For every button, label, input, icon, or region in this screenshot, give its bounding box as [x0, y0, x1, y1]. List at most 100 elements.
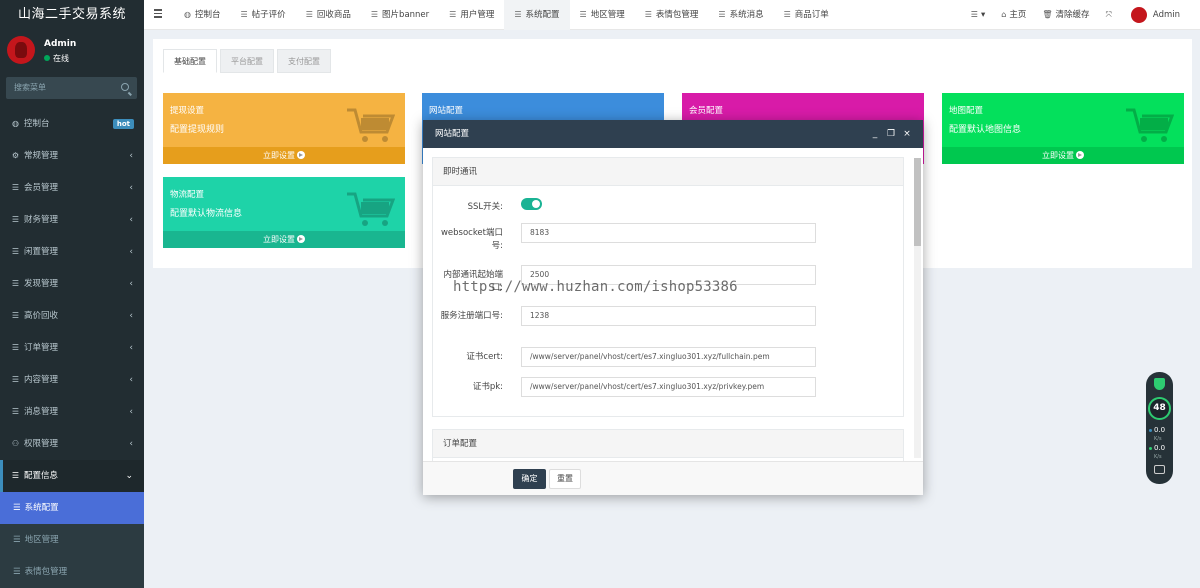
tab-post-reviews[interactable]: ☰ 帖子评价: [231, 0, 296, 30]
search-icon[interactable]: [121, 83, 129, 91]
register-port-input[interactable]: 1238: [521, 306, 816, 326]
camera-icon[interactable]: [1154, 465, 1165, 474]
tab-recycle-goods[interactable]: ☰ 回收商品: [296, 0, 361, 30]
chevron-left-icon: ‹: [129, 407, 133, 417]
list-icon: ☰: [11, 343, 20, 352]
chevron-left-icon: ‹: [129, 311, 133, 321]
tab-users[interactable]: ☰ 用户管理: [439, 0, 504, 30]
app-title: 山海二手交易系统: [0, 0, 144, 30]
clear-cache-button[interactable]: 🗑 清除缓存: [1034, 0, 1097, 30]
tab-goods-orders[interactable]: ☰ 商品订单: [774, 0, 839, 30]
sidebar-item-messages[interactable]: ☰ 消息管理 ‹: [0, 396, 144, 428]
list-icon: ☰: [11, 375, 20, 384]
chevron-left-icon: ‹: [129, 247, 133, 257]
sidebar-item-orders[interactable]: ☰ 订单管理 ‹: [0, 332, 144, 364]
sidebar-item-discover[interactable]: ☰ 发现管理 ‹: [0, 268, 144, 300]
modal-header: 网站配置 _ ❐ ×: [423, 120, 923, 148]
sidebar-item-permissions[interactable]: ⚇ 权限管理 ‹: [0, 428, 144, 460]
set-now-button[interactable]: 立即设置: [163, 147, 405, 164]
sidebar-item-recycle[interactable]: ☰ 高价回收 ‹: [0, 300, 144, 332]
list-icon: ☰: [240, 10, 248, 19]
config-tabs: 基础配置 平台配置 支付配置: [163, 49, 334, 73]
user-status: 在线: [44, 53, 69, 64]
pk-input[interactable]: /www/server/panel/vhost/cert/es7.xingluo…: [521, 377, 816, 397]
sidebar-item-general[interactable]: ⚙ 常规管理 ‹: [0, 140, 144, 172]
gears-icon: ⚙: [11, 151, 20, 160]
list-icon: ☰: [13, 567, 21, 577]
modal-footer: 确定 重置: [423, 461, 923, 495]
tab-payment-config[interactable]: 支付配置: [277, 49, 331, 73]
card-withdraw: 提现设置 配置提现规则 立即设置: [163, 93, 405, 164]
scrollbar-thumb[interactable]: [914, 158, 921, 246]
trash-icon: 🗑: [1042, 10, 1053, 19]
tab-region[interactable]: ☰ 地区管理: [570, 0, 635, 30]
reset-button[interactable]: 重置: [549, 469, 581, 489]
chevron-left-icon: ‹: [129, 343, 133, 353]
list-icon: ☰: [11, 311, 20, 320]
shield-icon: [1154, 378, 1165, 390]
modal-scrollbar[interactable]: [914, 158, 921, 458]
sidebar-menu: ◍ 控制台 hot ⚙ 常规管理 ‹ ☰ 会员管理 ‹ ☰ 财务管理 ‹ ☰ 闲置管理 ‹ ☰ 发现管…: [0, 108, 144, 588]
list-icon: ☰: [11, 279, 20, 288]
avatar[interactable]: [7, 36, 35, 64]
set-now-button[interactable]: 立即设置: [942, 147, 1184, 164]
tab-platform-config[interactable]: 平台配置: [220, 49, 274, 73]
list-icon: ☰: [783, 10, 791, 19]
cart-icon: [347, 108, 395, 142]
section-title: 订单配置: [433, 430, 903, 458]
sidebar: 山海二手交易系统 Admin 在线 搜索菜单 ◍ 控制台 hot ⚙ 常规管理 ‹ ☰ 会…: [0, 0, 144, 588]
sidebar-subitem-system-config[interactable]: ☰ 系统配置: [0, 492, 144, 524]
sidebar-item-finance[interactable]: ☰ 财务管理 ‹: [0, 204, 144, 236]
sidebar-item-config[interactable]: ☰ 配置信息 ⌄: [0, 460, 144, 492]
arrow-right-icon: [297, 235, 305, 243]
upload-dot-icon: [1149, 429, 1152, 432]
arrow-right-icon: [1076, 151, 1084, 159]
sidebar-item-dashboard[interactable]: ◍ 控制台 hot: [0, 108, 144, 140]
ssl-toggle[interactable]: [521, 198, 542, 210]
card-map: 地图配置 配置默认地图信息 立即设置: [942, 93, 1184, 164]
dashboard-icon: ◍: [184, 10, 191, 19]
users-icon: ⚇: [11, 439, 20, 448]
sidebar-item-content[interactable]: ☰ 内容管理 ‹: [0, 364, 144, 396]
chevron-left-icon: ‹: [129, 183, 133, 193]
menu-toggle-icon[interactable]: [154, 9, 162, 19]
confirm-button[interactable]: 确定: [513, 469, 546, 489]
user-menu[interactable]: Admin: [1123, 0, 1200, 30]
list-icon: ☰: [644, 10, 652, 19]
chevron-left-icon: ‹: [129, 439, 133, 449]
list-icon: ☰: [970, 10, 978, 19]
speed-widget[interactable]: 48 0.0 K/s 0.0 K/s: [1146, 372, 1173, 484]
home-icon: ⌂: [1001, 10, 1007, 19]
fullscreen-button[interactable]: ⤧: [1098, 0, 1123, 30]
tabs-menu-button[interactable]: ☰ ▾: [963, 0, 993, 30]
home-link[interactable]: ⌂ 主页: [993, 0, 1034, 30]
sidebar-subitem-region[interactable]: ☰ 地区管理: [0, 524, 144, 556]
close-icon[interactable]: ×: [899, 120, 915, 148]
chevron-left-icon: ‹: [129, 215, 133, 225]
section-title: 即时通讯: [433, 158, 903, 186]
restore-icon[interactable]: ❐: [883, 120, 899, 148]
tab-dashboard[interactable]: ◍ 控制台: [174, 0, 231, 30]
list-icon: ☰: [11, 471, 20, 480]
list-icon: ☰: [514, 10, 522, 19]
sidebar-item-idle[interactable]: ☰ 闲置管理 ‹: [0, 236, 144, 268]
tab-banner[interactable]: ☰ 图片banner: [361, 0, 439, 30]
websocket-port-input[interactable]: 8183: [521, 223, 816, 243]
menu-search-input[interactable]: 搜索菜单: [6, 77, 137, 99]
online-dot-icon: [44, 55, 50, 61]
sidebar-subitem-emoji[interactable]: ☰ 表情包管理: [0, 556, 144, 588]
minimize-icon[interactable]: _: [867, 120, 883, 148]
fullscreen-icon: ⤧: [1105, 10, 1112, 19]
hot-badge: hot: [112, 119, 134, 129]
chevron-down-icon: ⌄: [125, 471, 133, 481]
cert-input[interactable]: /www/server/panel/vhost/cert/es7.xingluo…: [521, 347, 816, 367]
tab-system-config[interactable]: ☰ 系统配置: [504, 0, 570, 30]
sidebar-item-members[interactable]: ☰ 会员管理 ‹: [0, 172, 144, 204]
upload-speed: 0.0 K/s: [1149, 426, 1172, 443]
tab-basic-config[interactable]: 基础配置: [163, 49, 217, 73]
tab-emoji[interactable]: ☰ 表情包管理: [635, 0, 709, 30]
website-config-modal: 网站配置 _ ❐ × 即时通讯 SSL开关: websocket端口号: 818…: [423, 120, 923, 495]
tab-system-messages[interactable]: ☰ 系统消息: [708, 0, 773, 30]
list-icon: ☰: [11, 247, 20, 256]
set-now-button[interactable]: 立即设置: [163, 231, 405, 248]
